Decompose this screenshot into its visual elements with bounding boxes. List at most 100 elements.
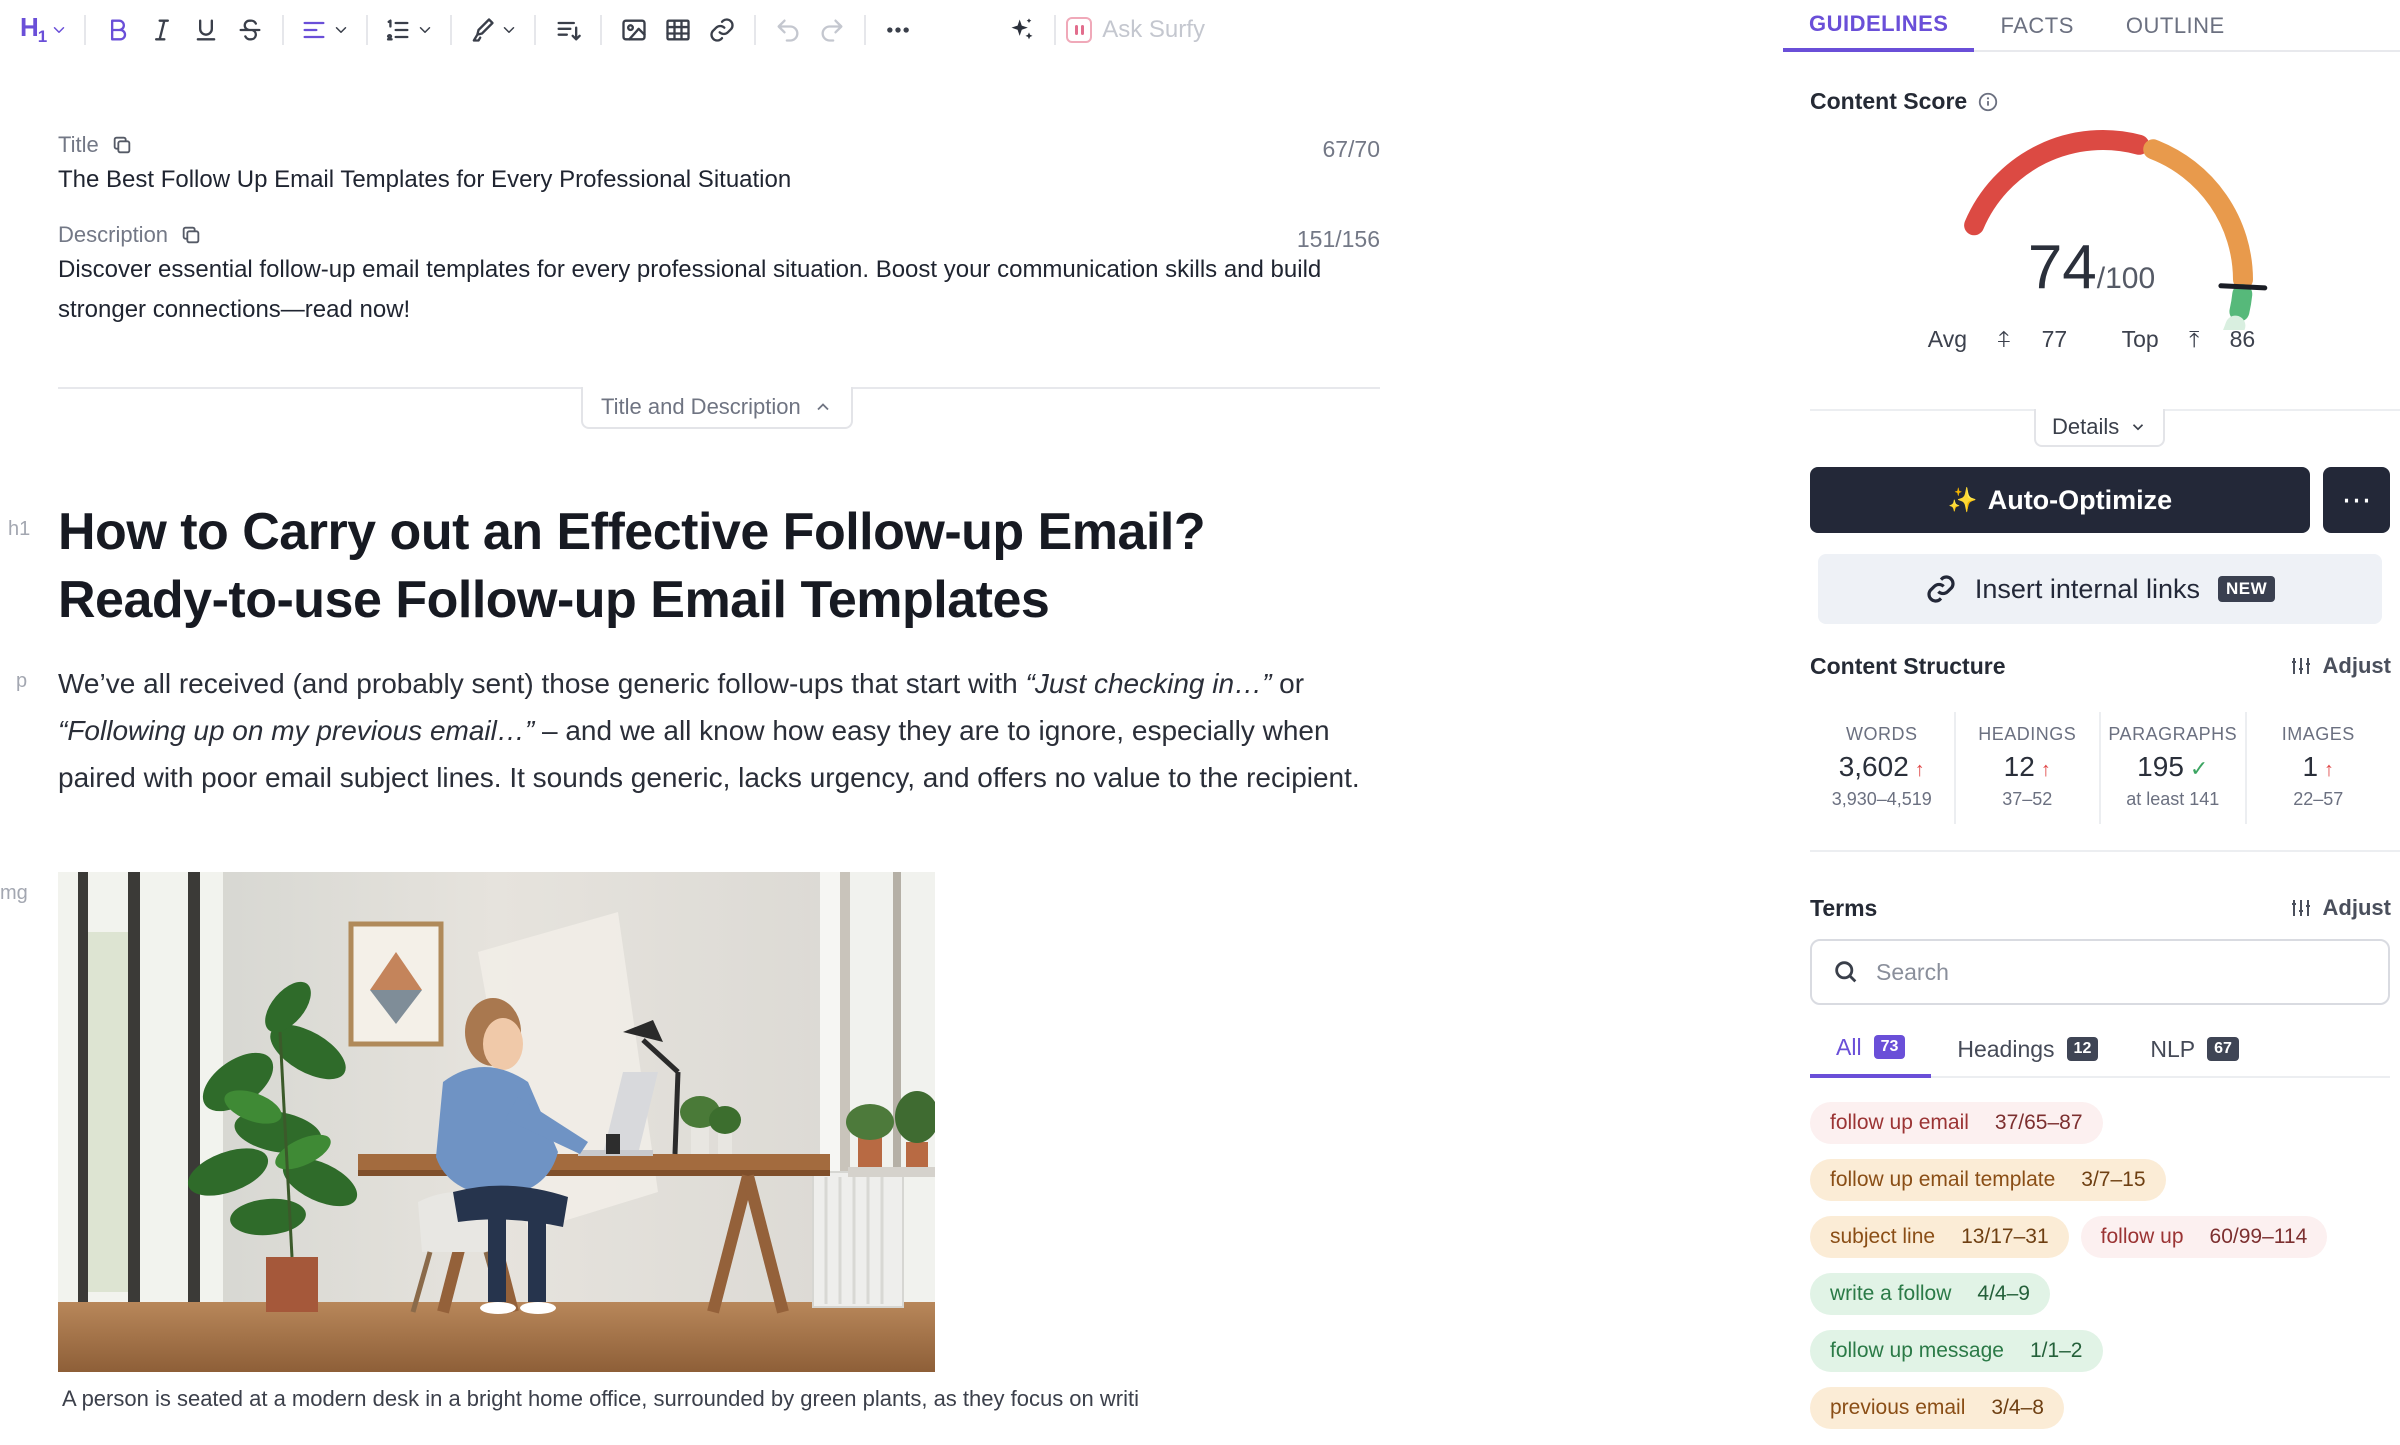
term-row: previous email 3/4–8 xyxy=(1810,1387,2390,1429)
stat-range: 37–52 xyxy=(2002,789,2053,809)
heading-dropdown[interactable]: H1 xyxy=(14,8,74,52)
score-number: 74 xyxy=(2027,233,2097,302)
title-description-toggle[interactable]: Title and Description xyxy=(581,387,853,429)
insert-image-button[interactable] xyxy=(612,8,656,52)
list-icon xyxy=(387,19,409,41)
description-input[interactable]: Discover essential follow-up email templ… xyxy=(58,250,1380,330)
stat-range: 3,930–4,519 xyxy=(1831,789,1932,809)
para-text: We’ve all received (and probably sent) t… xyxy=(58,668,1026,699)
term-chip[interactable]: subject line 13/17–31 xyxy=(1810,1216,2069,1258)
article-heading[interactable]: How to Carry out an Effective Follow-up … xyxy=(58,498,1380,634)
term-chip[interactable]: write a follow 4/4–9 xyxy=(1810,1273,2050,1315)
term-chip[interactable]: follow up email template 3/7–15 xyxy=(1810,1159,2166,1201)
bold-button[interactable] xyxy=(96,8,140,52)
info-icon[interactable] xyxy=(1977,91,1999,113)
top-benchmark: Top ⤒ 86 xyxy=(2110,326,2268,352)
ai-sparkle-button[interactable] xyxy=(1000,8,1044,52)
terms-adjust-button[interactable]: Adjust xyxy=(2289,895,2391,921)
toolbar-divider xyxy=(1054,15,1057,45)
insert-internal-links-button[interactable]: Insert internal links NEW xyxy=(1818,554,2382,624)
term-chip[interactable]: previous email 3/4–8 xyxy=(1810,1387,2064,1429)
top-icon: ⤒ xyxy=(2189,326,2200,352)
term-tab-nlp[interactable]: NLP 67 xyxy=(2124,1020,2265,1078)
stat-value: 195 ✓ xyxy=(2101,751,2245,783)
toolbar-divider xyxy=(84,15,87,45)
more-icon: ⋯ xyxy=(2341,483,2372,517)
term-name: follow up xyxy=(2100,1225,2184,1248)
stat-range: 22–57 xyxy=(2293,789,2344,809)
avg-benchmark: Avg ⍏ 77 xyxy=(1916,326,2079,352)
optimize-more-button[interactable]: ⋯ xyxy=(2323,467,2390,533)
image-caption[interactable]: A person is seated at a modern desk in a… xyxy=(62,1386,1212,1412)
term-chip[interactable]: follow up message 1/1–2 xyxy=(1810,1330,2103,1372)
term-row: follow up email 37/65–87 xyxy=(1810,1102,2390,1144)
title-input[interactable]: The Best Follow Up Email Templates for E… xyxy=(58,160,1380,200)
term-usage: 13/17–31 xyxy=(1961,1225,2049,1248)
term-chip[interactable]: follow up 60/99–114 xyxy=(2080,1216,2328,1258)
article-paragraph[interactable]: We’ve all received (and probably sent) t… xyxy=(58,660,1380,801)
top-value: 86 xyxy=(2229,326,2256,352)
undo-button[interactable] xyxy=(766,8,810,52)
terms-search-input[interactable] xyxy=(1876,958,2356,986)
content-structure-title: Content Structure xyxy=(1810,653,2006,679)
term-tab-label: NLP xyxy=(2150,1035,2196,1062)
content-score-heading: Content Score xyxy=(1810,88,1999,115)
strikethrough-icon xyxy=(239,19,261,41)
term-tab-count: 12 xyxy=(2066,1037,2099,1061)
copy-icon[interactable] xyxy=(180,224,202,246)
description-label-group: Description xyxy=(58,222,1380,248)
new-badge: NEW xyxy=(2217,576,2276,602)
chevron-down-icon xyxy=(420,27,431,33)
more-options-button[interactable] xyxy=(876,8,920,52)
copy-icon[interactable] xyxy=(111,134,133,156)
article-image[interactable] xyxy=(58,872,935,1372)
para-quote: “Just checking in…” xyxy=(1025,668,1272,699)
term-row: write a follow 4/4–9 xyxy=(1810,1273,2390,1315)
term-row: follow up email template 3/7–15 xyxy=(1810,1159,2390,1201)
score-max: /100 xyxy=(2096,262,2156,295)
toolbar-divider xyxy=(282,15,285,45)
strikethrough-button[interactable] xyxy=(228,8,272,52)
term-name: subject line xyxy=(1830,1225,1936,1248)
content-score-title: Content Score xyxy=(1810,88,1968,114)
toolbar-divider xyxy=(600,15,603,45)
term-usage: 37/65–87 xyxy=(1994,1111,2083,1134)
underline-button[interactable] xyxy=(184,8,228,52)
undo-icon xyxy=(777,19,799,42)
terms-search xyxy=(1810,939,2390,1005)
sort-button[interactable] xyxy=(546,8,590,52)
arrow-up-icon: ↑ xyxy=(2324,759,2335,781)
chevron-up-icon xyxy=(817,403,829,411)
auto-optimize-button[interactable]: ✨ Auto-Optimize xyxy=(1810,467,2310,533)
gutter-h1-marker: h1 xyxy=(8,518,31,540)
tab-guidelines[interactable]: GUIDELINES xyxy=(1783,0,1975,52)
align-icon xyxy=(303,21,325,39)
term-chip[interactable]: follow up email 37/65–87 xyxy=(1810,1102,2103,1144)
para-quote: “Following up on my previous email…” xyxy=(58,715,535,746)
stat-words: WORDS 3,602 ↑ 3,930–4,519 xyxy=(1810,712,1956,824)
toolbar-divider xyxy=(534,15,537,45)
bold-icon xyxy=(111,19,127,41)
list-dropdown[interactable] xyxy=(378,8,440,52)
tab-outline[interactable]: OUTLINE xyxy=(2100,0,2251,52)
stat-number: 195 xyxy=(2137,751,2184,782)
home-office-illustration xyxy=(58,872,935,1372)
details-toggle[interactable]: Details xyxy=(2034,409,2166,447)
ask-surfy-button[interactable]: Ask Surfy xyxy=(1066,16,1205,44)
avg-label: Avg xyxy=(1927,326,1967,352)
structure-adjust-button[interactable]: Adjust xyxy=(2289,653,2391,679)
align-dropdown[interactable] xyxy=(294,8,356,52)
term-tab-label: All xyxy=(1836,1033,1862,1060)
highlight-dropdown[interactable] xyxy=(462,8,524,52)
content-structure-stats: WORDS 3,602 ↑ 3,930–4,519 HEADINGS 12 ↑ 37… xyxy=(1810,712,2390,824)
italic-button[interactable] xyxy=(140,8,184,52)
insert-table-button[interactable] xyxy=(656,8,700,52)
insert-link-button[interactable] xyxy=(700,8,744,52)
editor-toolbar: H1 Ask Surfy xyxy=(0,0,1460,60)
term-tab-all[interactable]: All 73 xyxy=(1810,1020,1932,1078)
sliders-icon xyxy=(2291,900,2310,916)
redo-button[interactable] xyxy=(810,8,854,52)
term-tab-headings[interactable]: Headings 12 xyxy=(1931,1020,2124,1078)
tab-facts[interactable]: FACTS xyxy=(1974,0,2099,52)
title-label-group: Title xyxy=(58,132,1380,158)
